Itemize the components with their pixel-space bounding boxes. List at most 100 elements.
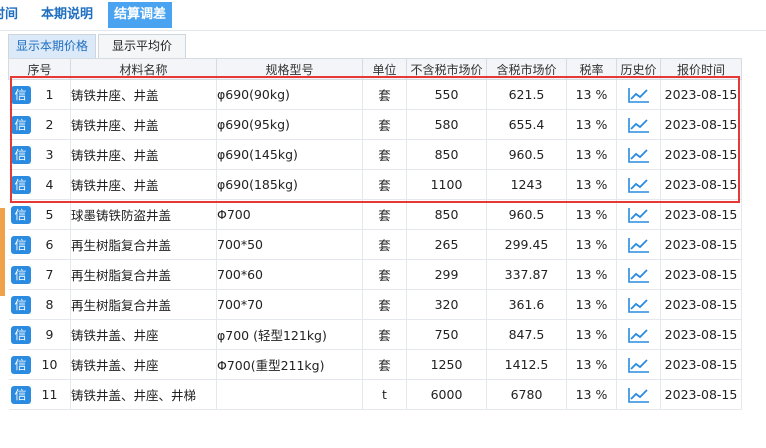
trend-chart-icon[interactable] <box>627 86 650 103</box>
credit-badge-icon[interactable]: 信 <box>10 235 31 254</box>
history-price-cell <box>616 319 661 350</box>
tab-time[interactable]: 时间 <box>0 2 24 28</box>
trend-chart-icon[interactable] <box>627 146 650 163</box>
price-incl-tax: 1412.5 <box>486 349 567 380</box>
material-name: 再生树脂复合井盖 <box>70 289 217 320</box>
tab-period-notes[interactable]: 本期说明 <box>34 2 100 28</box>
credit-badge-icon[interactable]: 信 <box>10 175 31 194</box>
trend-chart-icon[interactable] <box>627 116 650 133</box>
credit-badge-icon[interactable]: 信 <box>10 145 31 164</box>
row-number-cell: 信2 <box>8 109 71 140</box>
column-header[interactable]: 规格型号 <box>216 58 363 80</box>
column-header[interactable]: 不含税市场价 <box>406 58 487 80</box>
column-header[interactable]: 序号 <box>8 58 71 80</box>
credit-badge-icon[interactable]: 信 <box>10 295 31 314</box>
row-number-cell: 信5 <box>8 199 71 230</box>
trend-chart-icon[interactable] <box>627 176 650 193</box>
spec: 700*50 <box>216 229 363 260</box>
trend-chart-icon[interactable] <box>627 386 650 403</box>
material-name: 铸铁井盖、井座、井梯 <box>70 379 217 410</box>
credit-badge-icon[interactable]: 信 <box>10 85 31 104</box>
price-incl-tax: 1243 <box>486 169 567 200</box>
trend-chart-icon[interactable] <box>627 296 650 313</box>
material-name: 再生树脂复合井盖 <box>70 229 217 260</box>
history-price-cell <box>616 349 661 380</box>
price-excl-tax: 299 <box>406 259 487 290</box>
price-incl-tax: 621.5 <box>486 79 567 110</box>
credit-badge-icon[interactable]: 信 <box>10 265 31 284</box>
table-row[interactable]: 信 11 铸铁井盖、井座、井梯 t 6000 6780 13 % 2023-08-15 <box>8 379 742 410</box>
unit: 套 <box>362 199 407 230</box>
column-header[interactable]: 单位 <box>362 58 407 80</box>
quote-date: 2023-08-15 <box>660 169 742 200</box>
tax-rate: 13 % <box>566 229 617 260</box>
row-number-cell: 信9 <box>8 319 71 350</box>
trend-chart-icon[interactable] <box>627 206 650 223</box>
table-row[interactable]: 信 1 铸铁井座、井盖 φ690(90kg) 套 550 621.5 13 % 2023-08-… <box>8 79 742 110</box>
history-price-cell <box>616 289 661 320</box>
quote-date: 2023-08-15 <box>660 289 742 320</box>
row-number: 5 <box>45 206 54 222</box>
credit-badge-icon[interactable]: 信 <box>10 205 31 224</box>
row-number-cell: 信6 <box>8 229 71 260</box>
table-row[interactable]: 信 6 再生树脂复合井盖 700*50 套 265 299.45 13 % 2023-08-15 <box>8 229 742 260</box>
trend-chart-icon[interactable] <box>627 266 650 283</box>
tax-rate: 13 % <box>566 319 617 350</box>
row-number-cell: 信1 <box>8 79 71 110</box>
table-header-row: 序号 材料名称 规格型号 单位 不含税市场价 含税市场价 税率 历史价 报价时间 <box>8 58 742 80</box>
price-incl-tax: 655.4 <box>486 109 567 140</box>
quote-date: 2023-08-15 <box>660 199 742 230</box>
unit: 套 <box>362 139 407 170</box>
row-number-cell: 信 10 <box>8 349 71 380</box>
unit: 套 <box>362 289 407 320</box>
table-row[interactable]: 信 10 铸铁井盖、井座 Φ700(重型211kg) 套 1250 1412.5 13 % 20… <box>8 349 742 380</box>
column-header[interactable]: 历史价 <box>616 58 661 80</box>
spec: φ690(95kg) <box>216 109 363 140</box>
top-tab-bar: 时间 本期说明 结算调差 <box>0 0 766 31</box>
tab-settlement-adjust[interactable]: 结算调差 <box>108 2 172 28</box>
price-incl-tax: 847.5 <box>486 319 567 350</box>
column-header[interactable]: 报价时间 <box>660 58 742 80</box>
material-name: 铸铁井盖、井座 <box>70 349 217 380</box>
credit-badge-icon[interactable]: 信 <box>10 115 31 134</box>
row-number: 6 <box>45 236 54 252</box>
price-incl-tax: 361.6 <box>486 289 567 320</box>
price-excl-tax: 6000 <box>406 379 487 410</box>
table-row[interactable]: 信 8 再生树脂复合井盖 700*70 套 320 361.6 13 % 2023-08-15 <box>8 289 742 320</box>
quote-date: 2023-08-15 <box>660 79 742 110</box>
column-header[interactable]: 含税市场价 <box>486 58 567 80</box>
column-header[interactable]: 税率 <box>566 58 617 80</box>
unit: 套 <box>362 79 407 110</box>
price-excl-tax: 550 <box>406 79 487 110</box>
column-header[interactable]: 材料名称 <box>70 58 217 80</box>
table-row[interactable]: 信 3 铸铁井座、井盖 φ690(145kg) 套 850 960.5 13 % 2023-08… <box>8 139 742 170</box>
table-row[interactable]: 信 9 铸铁井盖、井座 φ700 (轻型121kg) 套 750 847.5 13 % 2023… <box>8 319 742 350</box>
tab-show-average-price[interactable]: 显示平均价 <box>98 34 186 58</box>
history-price-cell <box>616 169 661 200</box>
price-excl-tax: 265 <box>406 229 487 260</box>
table-row[interactable]: 信 2 铸铁井座、井盖 φ690(95kg) 套 580 655.4 13 % 2023-08-… <box>8 109 742 140</box>
tax-rate: 13 % <box>566 169 617 200</box>
material-name: 铸铁井盖、井座 <box>70 319 217 350</box>
trend-chart-icon[interactable] <box>627 356 650 373</box>
price-excl-tax: 850 <box>406 199 487 230</box>
row-number: 2 <box>45 116 54 132</box>
table-row[interactable]: 信 4 铸铁井座、井盖 φ690(185kg) 套 1100 1243 13 % 2023-08… <box>8 169 742 200</box>
price-excl-tax: 850 <box>406 139 487 170</box>
material-name: 铸铁井座、井盖 <box>70 139 217 170</box>
table-row[interactable]: 信 7 再生树脂复合井盖 700*60 套 299 337.87 13 % 2023-08-15 <box>8 259 742 290</box>
credit-badge-icon[interactable]: 信 <box>10 325 31 344</box>
quote-date: 2023-08-15 <box>660 109 742 140</box>
unit: 套 <box>362 319 407 350</box>
trend-chart-icon[interactable] <box>627 236 650 253</box>
credit-badge-icon[interactable]: 信 <box>10 385 31 404</box>
price-incl-tax: 6780 <box>486 379 567 410</box>
trend-chart-icon[interactable] <box>627 326 650 343</box>
price-excl-tax: 750 <box>406 319 487 350</box>
row-number: 3 <box>45 146 54 162</box>
spec <box>216 379 363 410</box>
tab-show-current-price[interactable]: 显示本期价格 <box>8 34 96 58</box>
table-row[interactable]: 信 5 球墨铸铁防盗井盖 Φ700 套 850 960.5 13 % 2023-08-15 <box>8 199 742 230</box>
credit-badge-icon[interactable]: 信 <box>10 355 31 374</box>
tax-rate: 13 % <box>566 79 617 110</box>
